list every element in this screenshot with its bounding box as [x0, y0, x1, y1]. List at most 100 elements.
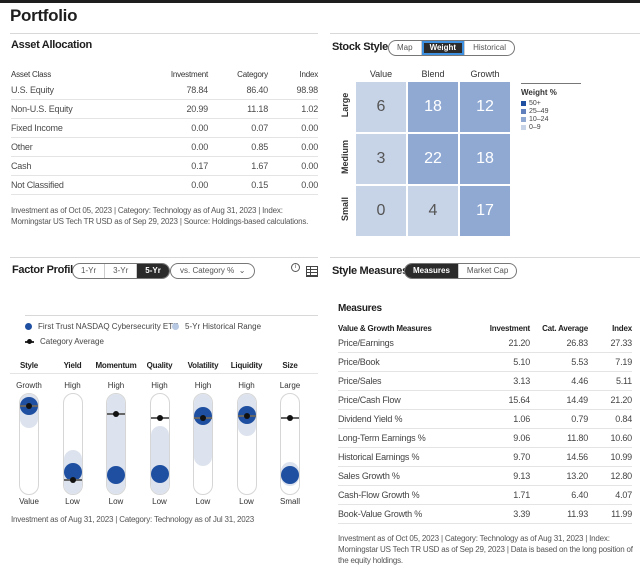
row-label: Cash-Flow Growth %	[338, 490, 420, 500]
table-view-icon[interactable]	[306, 266, 318, 277]
row-label: Long-Term Earnings %	[338, 433, 426, 443]
stock-style-tabs: Map Weight Historical	[388, 40, 515, 56]
style-box-cell[interactable]: 18	[408, 82, 458, 132]
factor-track	[280, 393, 300, 495]
style-measures-tabs: Measures Market Cap	[404, 263, 518, 279]
info-icon[interactable]: i	[291, 263, 300, 272]
style-measures-footnote: Investment as of Oct 05, 2023 | Category…	[338, 534, 633, 565]
factor-name: Size	[282, 361, 298, 370]
tab-3-yr[interactable]: 3-Yr	[105, 264, 138, 278]
row-value: 9.13	[513, 471, 530, 481]
factor-track	[106, 393, 126, 495]
range-dot-icon	[172, 323, 179, 330]
style-box-cell[interactable]: 18	[460, 134, 510, 184]
row-value: 0.85	[251, 142, 268, 152]
category-average-marker	[287, 415, 293, 421]
factor-high-label: High	[107, 381, 125, 390]
legend-item: 25–49	[521, 107, 581, 115]
column-header-blend: Blend	[421, 69, 445, 79]
row-label: Fixed Income	[11, 123, 63, 133]
row-value: 14.56	[566, 452, 588, 462]
tab-market-cap[interactable]: Market Cap	[459, 264, 516, 278]
column-header-value: Value	[369, 69, 393, 79]
table-row: Fixed Income 0.00 0.07 0.00	[11, 119, 318, 138]
row-header-small: Small	[340, 197, 350, 222]
tab-5-yr[interactable]: 5-Yr	[137, 264, 169, 278]
row-value: 0.00	[301, 123, 318, 133]
row-value: 10.99	[610, 452, 632, 462]
row-value: 14.49	[566, 395, 588, 405]
row-value: 21.20	[610, 395, 632, 405]
style-box-cell[interactable]: 0	[356, 186, 406, 236]
row-value: 98.98	[296, 85, 318, 95]
row-value: 0.00	[301, 161, 318, 171]
factor-name: Momentum	[95, 361, 137, 370]
row-label: Price/Sales	[338, 376, 382, 386]
row-value: 0.00	[191, 142, 208, 152]
header-cell: Asset Class	[11, 69, 52, 79]
row-value: 0.15	[251, 180, 268, 190]
asset-allocation-table: Asset Class Investment Category Index U.…	[11, 67, 318, 195]
compare-dropdown-value: vs. Category %	[180, 266, 235, 275]
category-average-marker	[113, 411, 119, 417]
category-average-marker	[156, 415, 163, 421]
row-label: Price/Cash Flow	[338, 395, 401, 405]
factor-profile-footnote: Investment as of Aug 31, 2023 | Category…	[11, 515, 255, 524]
investment-marker	[107, 466, 125, 484]
factor-track	[193, 393, 213, 495]
factor-high-label: Growth	[16, 381, 42, 390]
style-box-cell[interactable]: 6	[356, 82, 406, 132]
chevron-down-icon: ⌄	[236, 266, 246, 275]
page-title: Portfolio	[10, 6, 78, 25]
table-row: Price/Sales 3.13 4.46 5.11	[338, 372, 632, 391]
legend-item: 0–9	[521, 123, 581, 131]
tab-measures[interactable]: Measures	[405, 264, 459, 278]
category-average-icon	[25, 338, 34, 344]
style-box-cell[interactable]: 22	[408, 134, 458, 184]
table-header: Asset Class Investment Category Index	[11, 67, 318, 81]
legend-investment: First Trust NASDAQ Cybersecurity ETF	[25, 322, 178, 331]
header-cell: Index	[612, 323, 632, 333]
row-value: 0.84	[615, 414, 632, 424]
table-row: Non-U.S. Equity 20.99 11.18 1.02	[11, 100, 318, 119]
historical-range	[150, 426, 169, 494]
compare-dropdown[interactable]: vs. Category % ⌄	[170, 263, 256, 279]
factor-low-label: Low	[65, 497, 80, 506]
tab-weight[interactable]: Weight	[421, 41, 466, 55]
row-label: Sales Growth %	[338, 471, 400, 481]
legend-category: Category Average	[25, 337, 104, 346]
legend-investment-label: First Trust NASDAQ Cybersecurity ETF	[38, 322, 179, 331]
row-value: 13.20	[566, 471, 588, 481]
style-box-cell[interactable]: 4	[408, 186, 458, 236]
row-label: U.S. Equity	[11, 85, 54, 95]
legend-swatch	[521, 108, 526, 114]
row-value: 21.20	[508, 338, 530, 348]
header-cell: Cat. Average	[542, 323, 588, 333]
row-value: 3.39	[513, 509, 530, 519]
style-box-cell[interactable]: 17	[460, 186, 510, 236]
column-header-growth: Growth	[470, 69, 500, 79]
measures-table: Value & Growth Measures Investment Cat. …	[338, 322, 632, 524]
row-value: 5.11	[615, 376, 632, 386]
factor-low-label: Low	[152, 497, 167, 506]
factor-track	[236, 393, 257, 495]
factor-profile-title: Factor Profile	[12, 264, 79, 276]
row-value: 3.13	[513, 376, 530, 386]
table-row: Not Classified 0.00 0.15 0.00	[11, 176, 318, 195]
row-value: 0.07	[251, 123, 268, 133]
header-cell: Category	[237, 69, 268, 79]
style-box-cell[interactable]: 3	[356, 134, 406, 184]
tab-map[interactable]: Map	[389, 41, 422, 55]
row-value: 1.67	[251, 161, 268, 171]
table-row: Other 0.00 0.85 0.00	[11, 138, 318, 157]
tab-historical[interactable]: Historical	[465, 41, 514, 55]
factor-high-label: High	[64, 381, 81, 390]
divider	[10, 33, 318, 34]
divider	[10, 257, 318, 258]
table-row: Sales Growth % 9.13 13.20 12.80	[338, 467, 632, 486]
row-label: Historical Earnings %	[338, 452, 420, 462]
tab-1-yr[interactable]: 1-Yr	[73, 264, 106, 278]
row-label: Non-U.S. Equity	[11, 104, 73, 114]
style-box-cell[interactable]: 12	[460, 82, 510, 132]
divider	[10, 373, 318, 374]
